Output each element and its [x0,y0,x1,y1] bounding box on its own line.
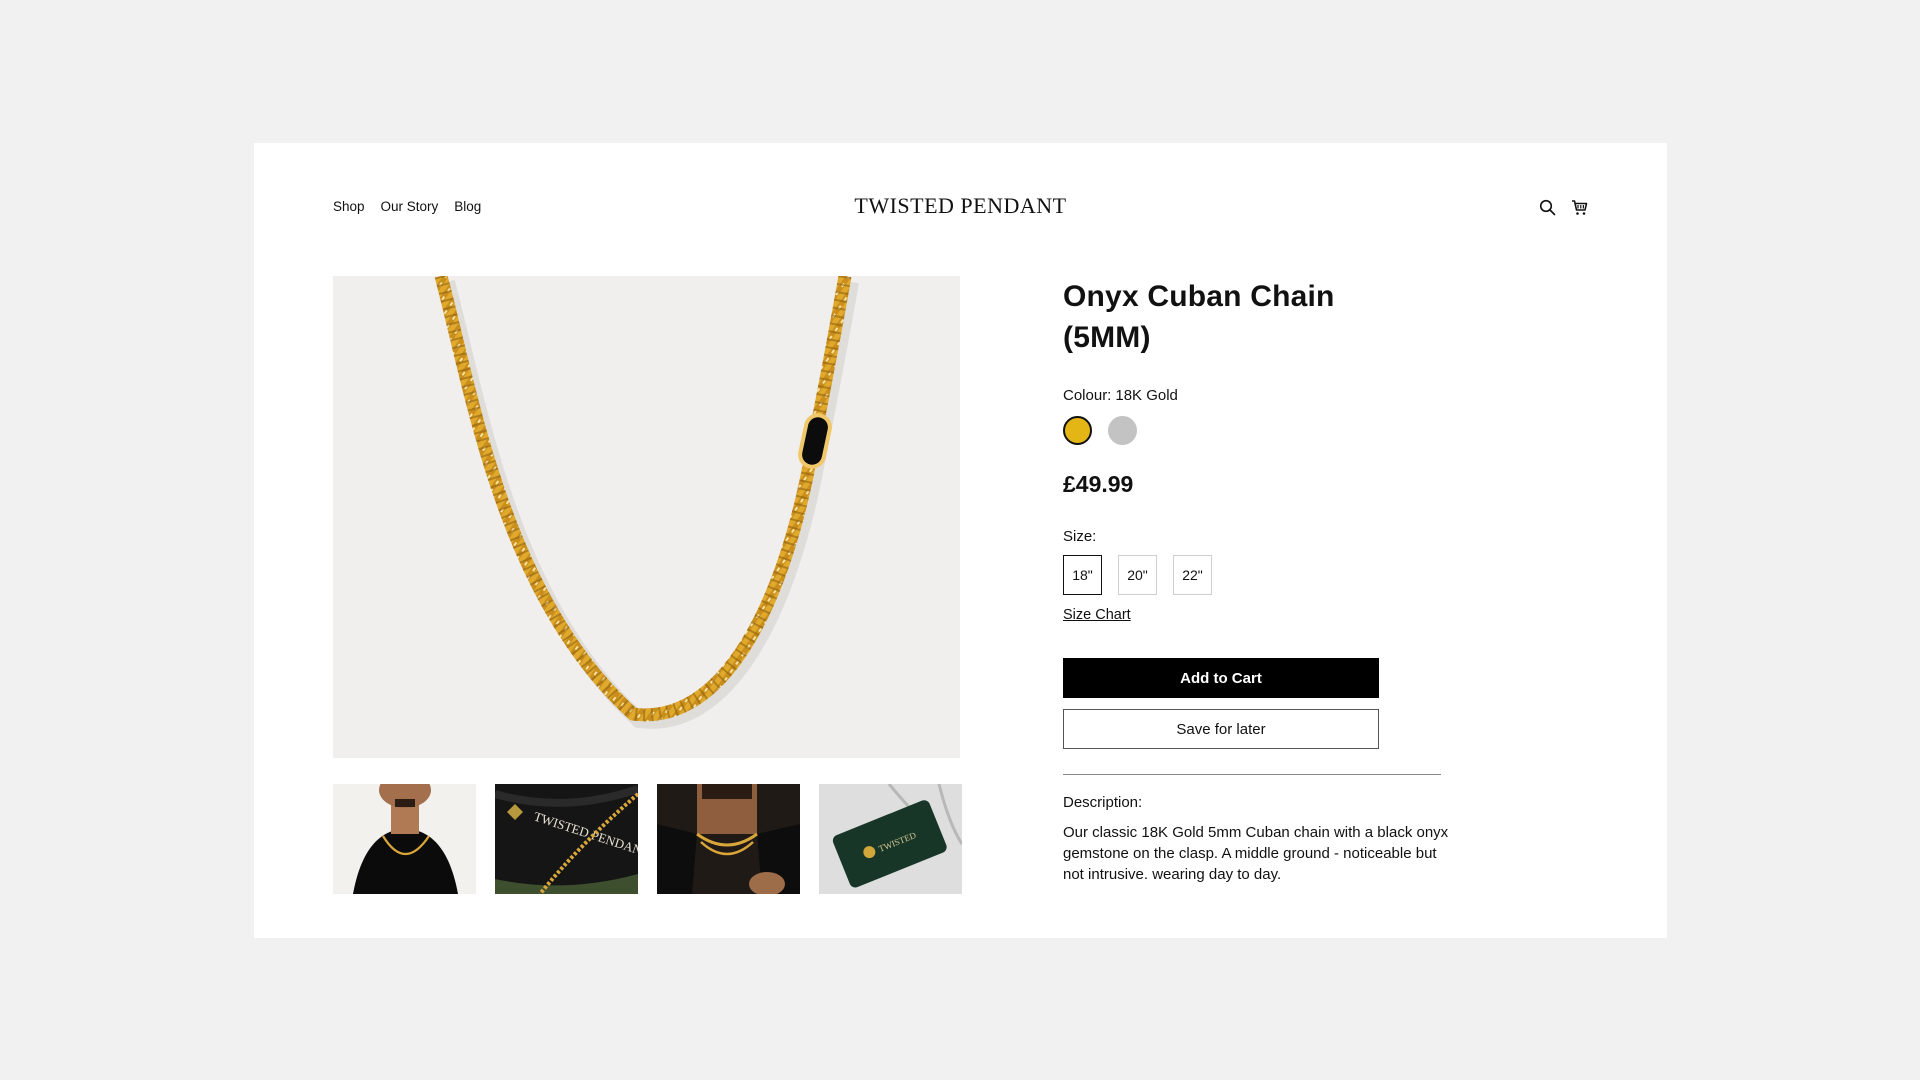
thumbnail-strip: TWISTED PENDANT TWISTED [333,784,962,894]
size-chart-link[interactable]: Size Chart [1063,607,1131,623]
colour-value: 18K Gold [1115,387,1178,404]
product-price: £49.99 [1063,471,1134,497]
product-page-card: Shop Our Story Blog TWISTED PENDANT TWIS… [254,143,1667,938]
search-icon[interactable] [1538,198,1556,216]
size-option-18[interactable]: 18" [1063,555,1102,595]
main-product-image[interactable] [333,276,960,758]
cart-icon[interactable] [1570,198,1588,216]
product-title: Onyx Cuban Chain (5MM) [1063,280,1335,354]
brand-logo[interactable]: TWISTED PENDANT [854,193,1066,218]
add-to-cart-button[interactable]: Add to Cart [1063,658,1379,698]
colour-label-row: Colour: 18K Gold [1063,387,1463,404]
nav-shop[interactable]: Shop [333,199,365,214]
thumbnail-model-front[interactable] [333,784,476,894]
header-icons [1538,198,1588,216]
nav-our-story[interactable]: Our Story [381,199,439,214]
divider [1063,774,1441,775]
swatch-gold[interactable] [1063,416,1092,445]
description-text: Our classic 18K Gold 5mm Cuban chain wit… [1063,824,1449,883]
size-label: Size: [1063,528,1097,545]
size-options: 18" 20" 22" [1063,555,1463,595]
nav-blog[interactable]: Blog [454,199,481,214]
colour-label: Colour: [1063,387,1112,404]
save-for-later-button[interactable]: Save for later [1063,709,1379,749]
main-nav: Shop Our Story Blog [333,199,481,214]
colour-swatches [1063,416,1463,445]
size-option-22[interactable]: 22" [1173,555,1212,595]
product-details: Onyx Cuban Chain (5MM) Colour: 18K Gold … [1063,276,1463,885]
size-option-20[interactable]: 20" [1118,555,1157,595]
thumbnail-model-closeup[interactable] [657,784,800,894]
thumbnail-branded-pouch[interactable]: TWISTED PENDANT [495,784,638,894]
description-label: Description: [1063,794,1143,811]
swatch-silver[interactable] [1108,416,1137,445]
thumbnail-green-pouch[interactable]: TWISTED [819,784,962,894]
